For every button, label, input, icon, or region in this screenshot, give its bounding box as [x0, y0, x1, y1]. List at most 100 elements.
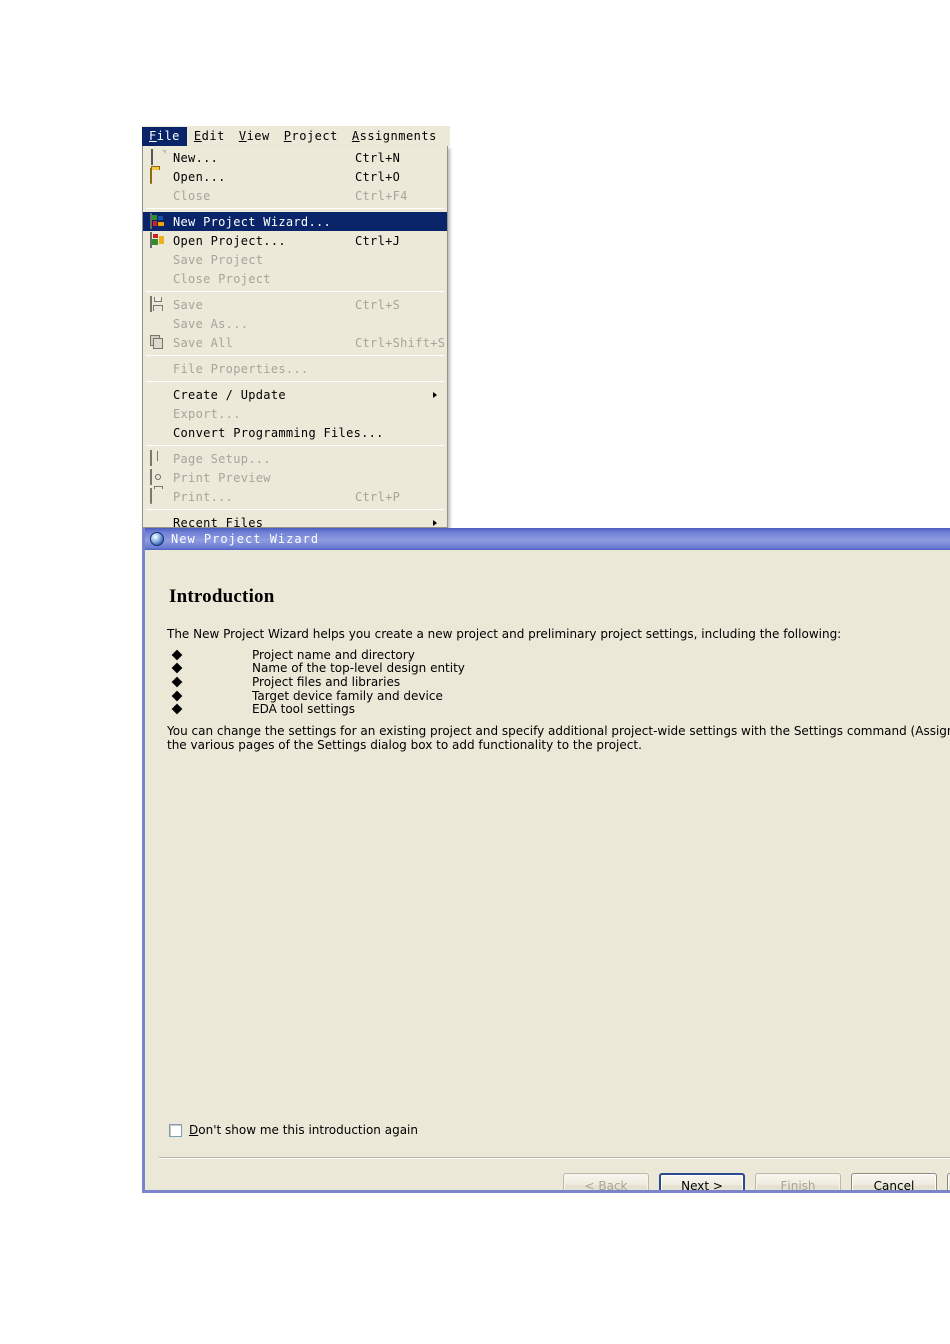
cancel-button-label: Cancel [873, 1178, 915, 1193]
menu-item-print-preview: Print Preview [143, 468, 447, 487]
menu-item-print: Print... Ctrl+P [143, 486, 447, 506]
menu-item-new-label: New... [173, 150, 219, 165]
dialog-button-row: < Back Next > Finish Cancel He [563, 1173, 950, 1193]
menu-item-close-project-label: Close Project [173, 271, 271, 286]
menubar-item-assignments[interactable]: Assignments [345, 127, 444, 146]
menu-item-save-all-accel: Ctrl+Shift+S [355, 335, 446, 350]
dialog-title-text: New Project Wizard [171, 532, 320, 546]
bullet-icon [171, 690, 183, 701]
screen-root: File Edit View Project Assignments Pro N… [0, 0, 950, 1344]
menu-item-file-properties-label: File Properties... [173, 361, 309, 376]
secondary-paragraph-line2: the various pages of the Settings dialog… [167, 738, 642, 752]
menu-item-print-preview-label: Print Preview [173, 470, 271, 485]
menu-separator-2 [146, 291, 444, 292]
list-item: Target device family and device [167, 689, 927, 703]
dialog-title-bar[interactable]: New Project Wizard [145, 528, 950, 550]
menubar-item-view[interactable]: View [232, 127, 277, 146]
menu-item-print-label: Print... [173, 489, 234, 504]
menu-item-close: Close Ctrl+F4 [143, 186, 447, 205]
menu-item-convert-programming-files[interactable]: Convert Programming Files... [143, 423, 447, 442]
open-folder-icon [150, 168, 166, 184]
menu-item-save-as-label: Save As... [173, 316, 249, 331]
secondary-paragraph: You can change the settings for an exist… [167, 724, 950, 752]
menu-item-save: Save Ctrl+S [143, 295, 447, 314]
bullet-icon [171, 649, 183, 661]
menu-separator-5 [146, 445, 444, 446]
new-project-wizard-icon [150, 213, 166, 229]
menu-separator-1 [146, 208, 444, 209]
intro-paragraph: The New Project Wizard helps you create … [167, 627, 842, 641]
new-project-wizard-dialog: New Project Wizard Introduction The New … [142, 528, 950, 1193]
printer-icon [150, 486, 166, 504]
menu-item-open-accel: Ctrl+O [355, 169, 401, 184]
menu-item-new[interactable]: New... Ctrl+N [143, 148, 447, 167]
menu-separator-6 [146, 509, 444, 510]
menu-item-open-label: Open... [173, 169, 226, 184]
menu-item-save-all-label: Save All [173, 335, 234, 350]
new-document-icon [150, 149, 166, 165]
list-item: Project name and directory [167, 648, 927, 662]
menu-item-save-project-label: Save Project [173, 252, 264, 267]
menu-item-create-update-label: Create / Update [173, 387, 286, 402]
menu-item-open-project[interactable]: Open Project... Ctrl+J [143, 231, 447, 250]
list-item: Project files and libraries [167, 675, 927, 689]
open-project-icon [150, 232, 166, 248]
menu-item-file-properties: File Properties... [143, 359, 447, 378]
menu-item-save-accel: Ctrl+S [355, 297, 401, 312]
menu-item-save-project: Save Project [143, 250, 447, 269]
dialog-body: Introduction The New Project Wizard help… [145, 550, 950, 1190]
menu-item-new-project-wizard[interactable]: New Project Wizard... [143, 212, 447, 231]
menu-item-page-setup-label: Page Setup... [173, 451, 271, 466]
menu-item-save-all: Save All Ctrl+Shift+S [143, 333, 447, 352]
menu-separator-4 [146, 381, 444, 382]
menu-item-open[interactable]: Open... Ctrl+O [143, 167, 447, 186]
menubar-edit-rest: dit [201, 128, 225, 143]
menu-separator-3 [146, 355, 444, 356]
list-item: Name of the top-level design entity [167, 661, 927, 675]
list-item-label: Target device family and device [252, 688, 443, 703]
chevron-right-icon-2 [433, 519, 437, 526]
menu-item-open-project-label: Open Project... [173, 233, 286, 248]
list-item-label: Project name and directory [252, 647, 415, 662]
menubar-item-edit[interactable]: Edit [187, 127, 232, 146]
menubar-view-rest: iew [246, 128, 270, 143]
menubar-item-file[interactable]: File [142, 126, 187, 146]
checkbox-box-icon[interactable] [169, 1123, 182, 1137]
checkbox-label-mnemonic: D [189, 1123, 199, 1137]
secondary-paragraph-line1: You can change the settings for an exist… [167, 724, 950, 738]
menu-item-convert-programming-files-label: Convert Programming Files... [173, 425, 384, 440]
quartus-app-icon [150, 532, 164, 546]
menubar-assignments-rest: ssignments [359, 128, 437, 143]
finish-button[interactable]: Finish [755, 1173, 841, 1190]
menubar-project-rest: roject [291, 128, 338, 143]
list-item-label: EDA tool settings [252, 702, 356, 717]
menubar-file-rest: ile [156, 128, 180, 143]
menu-bar: File Edit View Project Assignments Pro [142, 126, 450, 146]
feature-bullet-list: Project name and directory Name of the t… [167, 648, 927, 716]
checkbox-label-rest: on't show me this introduction again [198, 1123, 418, 1137]
menu-item-close-label: Close [173, 188, 211, 203]
page-setup-icon [150, 450, 166, 466]
dont-show-again-checkbox[interactable]: Don't show me this introduction again [169, 1123, 418, 1137]
next-button[interactable]: Next > [659, 1173, 745, 1190]
menu-item-new-accel: Ctrl+N [355, 150, 401, 165]
back-button[interactable]: < Back [563, 1173, 649, 1190]
list-item-label: Project files and libraries [252, 674, 401, 689]
menu-item-export-label: Export... [173, 406, 241, 421]
menu-item-create-update[interactable]: Create / Update [143, 385, 447, 404]
menubar-item-project[interactable]: Project [277, 127, 345, 146]
button-row-divider [159, 1157, 950, 1159]
menu-item-open-project-accel: Ctrl+J [355, 233, 401, 248]
menu-item-export: Export... [143, 404, 447, 423]
cancel-button[interactable]: Cancel [851, 1173, 937, 1193]
menu-item-recent-files[interactable]: Recent Files [143, 513, 447, 528]
checkbox-label: Don't show me this introduction again [189, 1123, 418, 1137]
menu-item-print-accel: Ctrl+P [355, 489, 401, 504]
menu-item-recent-files-label: Recent Files [173, 515, 264, 528]
menu-item-save-label: Save [173, 297, 204, 312]
bullet-icon [171, 703, 183, 715]
file-menu-dropdown[interactable]: New... Ctrl+N Open... Ctrl+O Close Ctrl+… [142, 146, 448, 528]
menu-item-new-project-wizard-label: New Project Wizard... [173, 214, 332, 229]
menu-item-save-as: Save As... [143, 314, 447, 333]
menubar-item-processing[interactable]: Pro [444, 127, 450, 146]
